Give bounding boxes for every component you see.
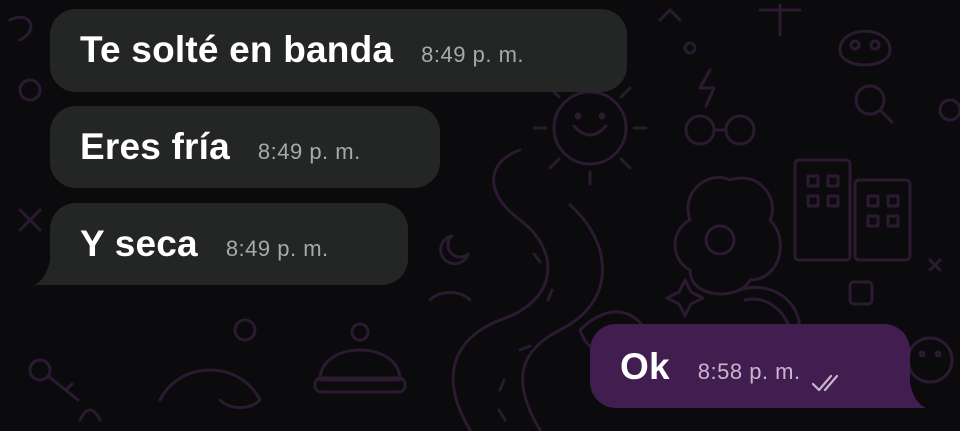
outgoing-bubble-tail: [910, 383, 926, 408]
message-timestamp: 8:49 p. m.: [421, 42, 525, 67]
double-check-icon: [811, 374, 838, 392]
message-text: Te solté en banda: [80, 29, 394, 70]
incoming-message-bubble[interactable]: Eres fría 8:49 p. m.: [50, 106, 440, 188]
incoming-message-bubble[interactable]: Te solté en banda 8:49 p. m.: [50, 9, 627, 92]
message-text: Ok: [620, 346, 670, 387]
message-timestamp: 8:49 p. m.: [257, 139, 361, 164]
chat-view: Te solté en banda 8:49 p. m. Eres fría 8…: [0, 0, 960, 431]
buildings-doodle-icon: [793, 158, 912, 262]
incoming-message-bubble[interactable]: Y seca 8:49 p. m.: [50, 203, 408, 285]
outgoing-message-bubble[interactable]: Ok 8:58 p. m.: [590, 324, 910, 408]
message-text: Eres fría: [80, 126, 230, 167]
incoming-bubble-tail: [34, 260, 50, 285]
message-timestamp: 8:49 p. m.: [225, 236, 329, 261]
egg-doodle-icon: [673, 175, 782, 296]
message-timestamp: 8:58 p. m.: [697, 359, 801, 384]
message-text: Y seca: [80, 223, 198, 264]
